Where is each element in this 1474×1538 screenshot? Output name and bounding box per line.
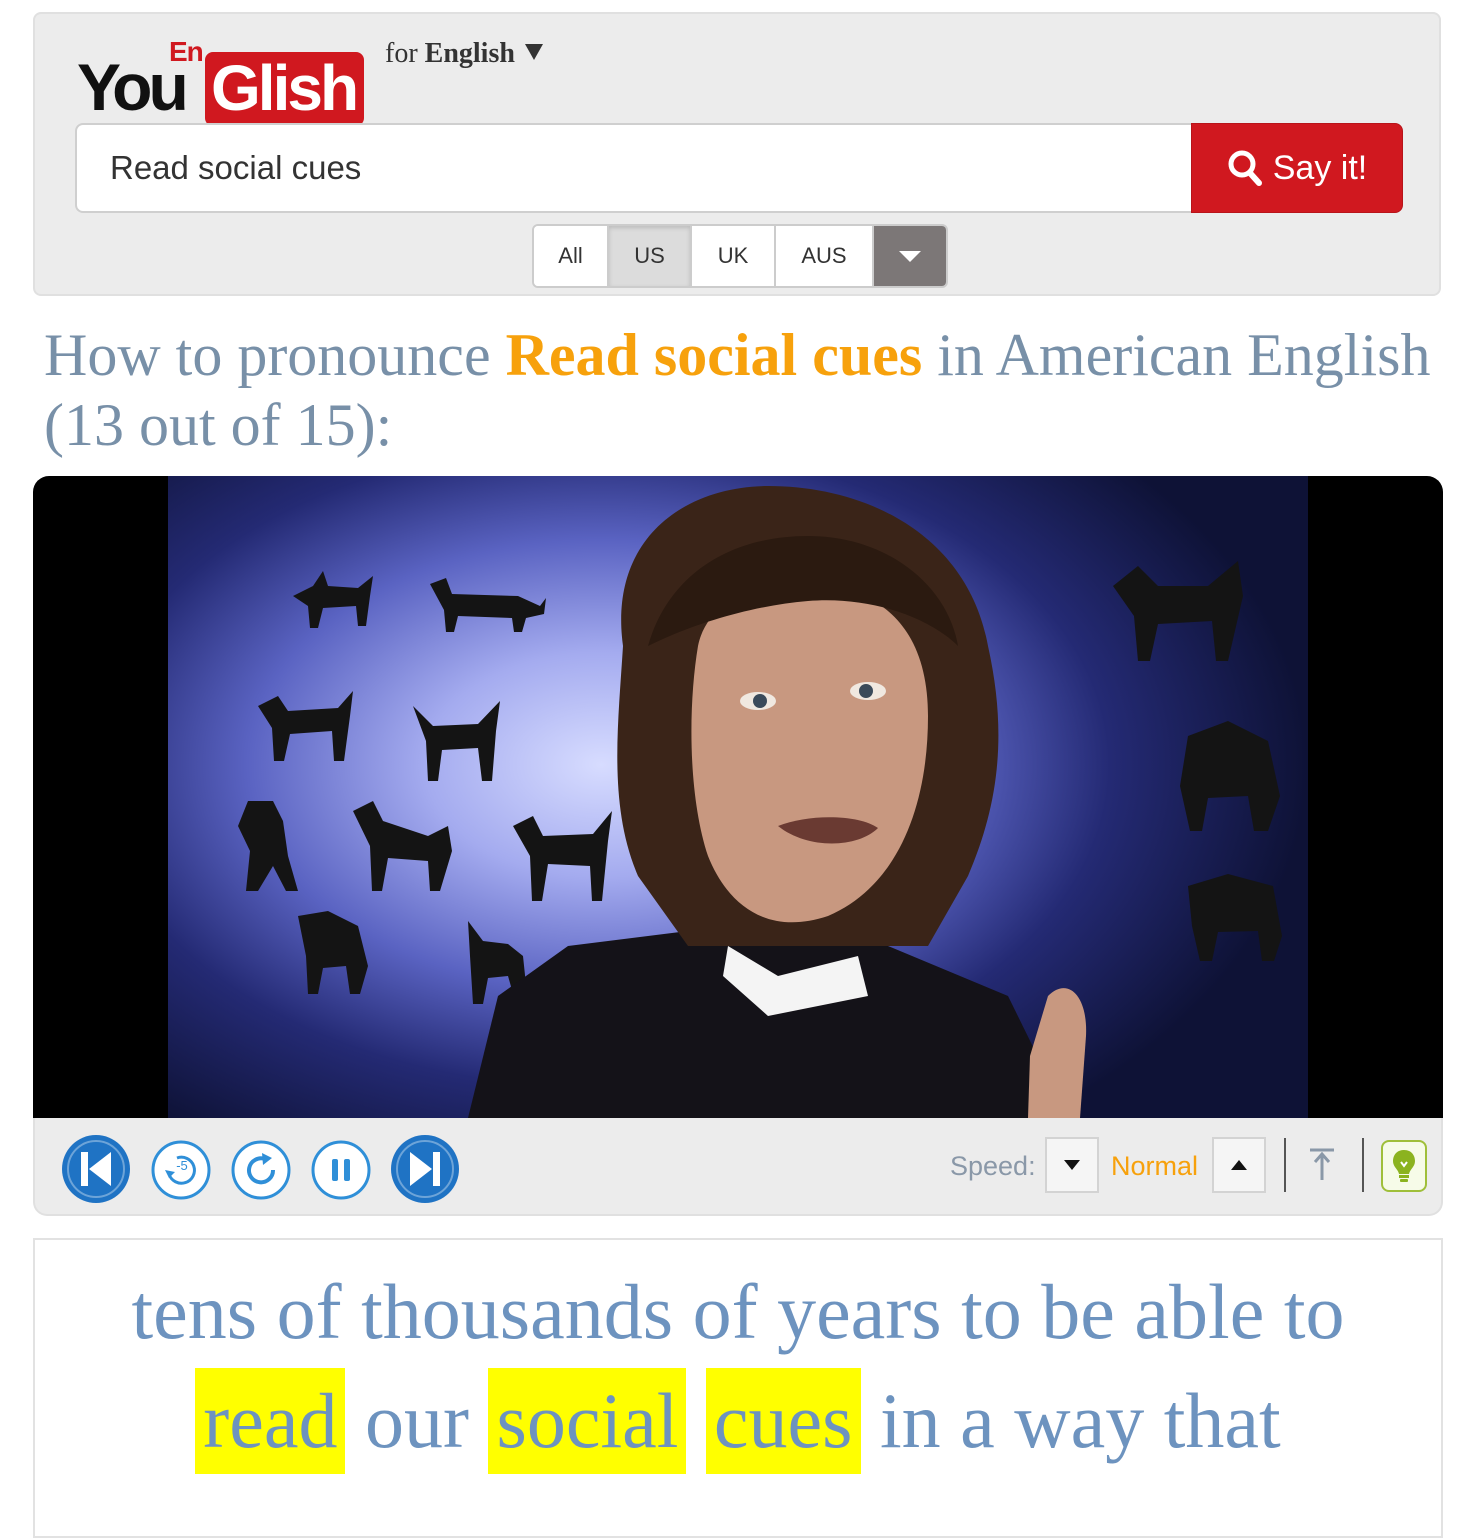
say-it-button[interactable]: Say it! <box>1191 123 1403 213</box>
caret-down-icon <box>524 44 543 60</box>
accent-uk-button[interactable]: UK <box>692 226 776 286</box>
scroll-to-top-icon[interactable] <box>1300 1142 1344 1186</box>
logo-en-text: En <box>169 36 204 67</box>
page-title: How to pronounce Read social cues in Ame… <box>44 320 1434 460</box>
video-player[interactable] <box>33 476 1443 1118</box>
tips-button[interactable] <box>1381 1140 1427 1192</box>
caption-highlighted-word[interactable]: read <box>195 1368 346 1474</box>
repeat-icon[interactable] <box>231 1140 291 1200</box>
accent-more-button[interactable] <box>874 226 946 286</box>
caption-word[interactable]: our <box>365 1377 469 1464</box>
video-frame[interactable] <box>168 476 1308 1118</box>
speed-down-button[interactable] <box>1045 1137 1099 1193</box>
caption-line: tens of thousands of years to be able to <box>131 1268 1345 1355</box>
say-it-label: Say it! <box>1272 148 1368 187</box>
caret-up-icon <box>1231 1160 1247 1170</box>
language-selector[interactable]: for English <box>385 38 543 70</box>
pause-icon[interactable] <box>311 1140 371 1200</box>
speed-label: Speed: <box>950 1151 1036 1181</box>
caret-down-icon <box>899 250 921 262</box>
player-controls: -5 Speed: Normal <box>33 1118 1443 1216</box>
language-prefix: for <box>385 38 418 69</box>
previous-icon[interactable] <box>61 1134 131 1204</box>
search-icon <box>1228 150 1262 186</box>
accent-us-button[interactable]: US <box>609 226 692 286</box>
accent-all-button[interactable]: All <box>534 226 609 286</box>
divider <box>1362 1138 1364 1192</box>
accent-aus-button[interactable]: AUS <box>776 226 874 286</box>
language-name: English <box>424 38 515 69</box>
title-phrase: Read social cues <box>505 322 923 388</box>
caption-word[interactable]: in a way that <box>880 1377 1281 1464</box>
accent-filter: All US UK AUS <box>532 224 948 288</box>
speed-up-button[interactable] <box>1212 1137 1266 1193</box>
lightbulb-icon <box>1393 1150 1415 1182</box>
search-input[interactable] <box>75 123 1193 213</box>
next-icon[interactable] <box>390 1134 460 1204</box>
divider <box>1284 1138 1286 1192</box>
caption-highlighted-word[interactable]: cues <box>705 1368 861 1474</box>
caption-box: tens of thousands of years to be able to… <box>33 1238 1443 1538</box>
presenter-image <box>468 486 1087 1118</box>
search-bar: Say it! <box>75 123 1403 213</box>
caption-highlighted-word[interactable]: social <box>488 1368 687 1474</box>
search-header: You En Glish for English Say it! All US … <box>33 12 1441 296</box>
logo-glish-text: Glish <box>205 52 365 126</box>
title-prefix: How to pronounce <box>44 322 491 388</box>
caption-line: read our social cues in a way that <box>35 1368 1441 1474</box>
caret-down-icon <box>1064 1160 1080 1170</box>
replay-5-icon[interactable]: -5 <box>151 1140 211 1200</box>
svg-text:-5: -5 <box>176 1158 188 1173</box>
speed-value: Normal <box>1111 1151 1199 1181</box>
